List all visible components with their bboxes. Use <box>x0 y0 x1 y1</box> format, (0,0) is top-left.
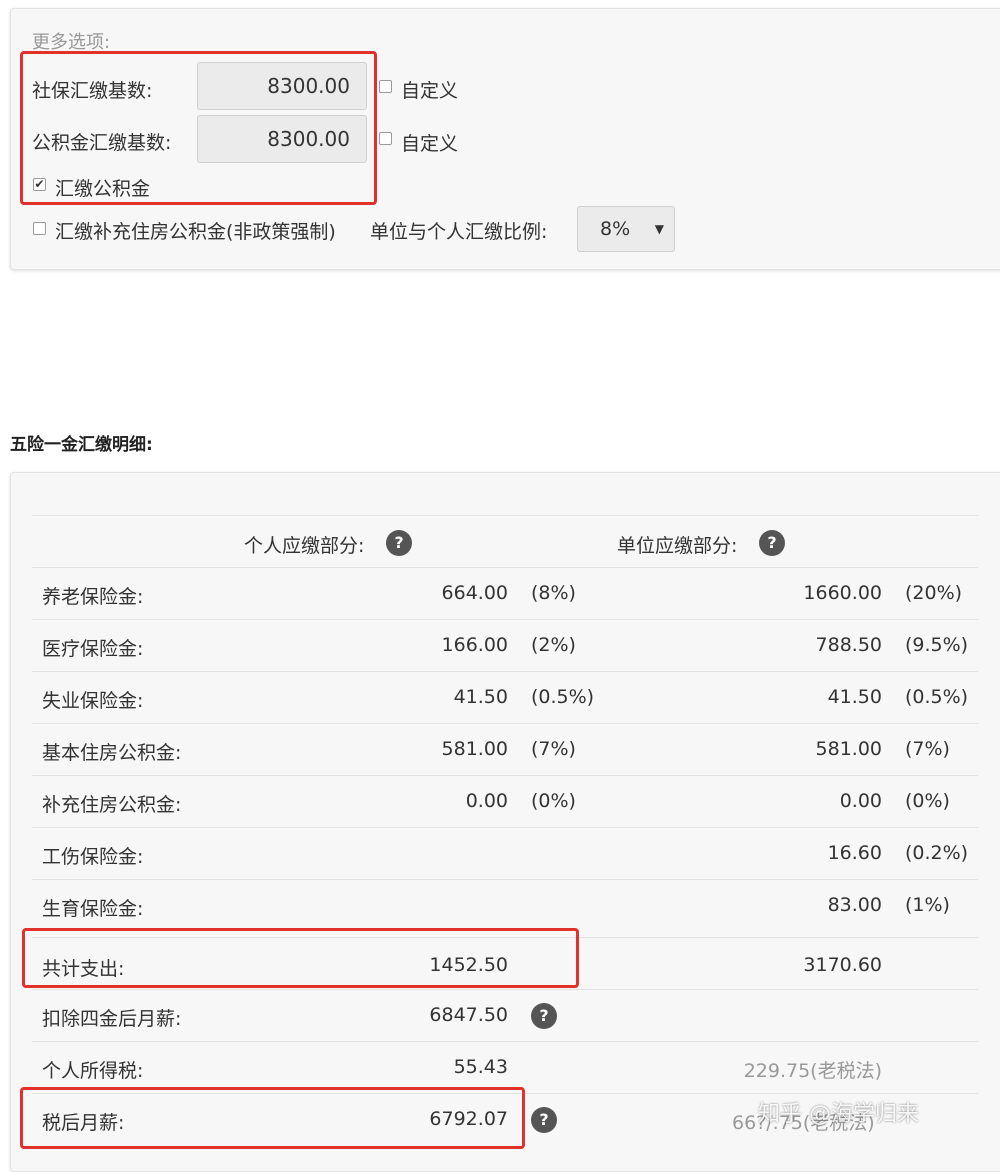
company-percent: (0%) <box>905 790 950 812</box>
company-value: 0.00 <box>839 790 882 812</box>
company-value: 16.60 <box>827 842 882 864</box>
company-value: 1660.00 <box>803 582 882 604</box>
row-label: 失业保险金: <box>42 690 144 712</box>
personal-percent: (8%) <box>531 582 576 604</box>
company-value: 83.00 <box>827 894 882 916</box>
net-salary-help-icon[interactable]: ? <box>531 1107 557 1133</box>
personal-percent: (0.5%) <box>531 686 595 708</box>
row-label: 补充住房公积金: <box>42 794 182 816</box>
row-label: 养老保险金: <box>42 586 144 608</box>
company-value: 41.50 <box>827 686 882 708</box>
details-heading: 五险一金汇缴明细: <box>10 435 153 455</box>
divider <box>32 989 978 990</box>
company-percent: (20%) <box>905 582 963 604</box>
highlight-box-total <box>22 928 579 988</box>
chevron-down-icon: ▼ <box>654 222 664 236</box>
row-label: 生育保险金: <box>42 898 144 920</box>
highlight-box-base <box>20 51 377 205</box>
personal-percent: (2%) <box>531 634 576 656</box>
fund-custom-checkbox[interactable] <box>379 132 392 145</box>
personal-header: 个人应缴部分: <box>244 535 365 557</box>
divider <box>32 827 978 828</box>
divider <box>32 1041 978 1042</box>
ratio-select-value: 8% <box>600 218 631 240</box>
personal-percent: (0%) <box>531 790 576 812</box>
social-custom-checkbox[interactable] <box>379 80 392 93</box>
watermark: 知乎 @海学归来 <box>758 1102 919 1127</box>
ratio-label: 单位与个人汇缴比例: <box>370 221 548 243</box>
row-label: 医疗保险金: <box>42 638 144 660</box>
row-label: 工伤保险金: <box>42 846 144 868</box>
after-deduction-help-icon[interactable]: ? <box>531 1003 557 1029</box>
company-percent: (0.2%) <box>905 842 969 864</box>
highlight-box-net <box>20 1087 525 1149</box>
divider <box>32 723 978 724</box>
personal-value: 166.00 <box>441 634 508 656</box>
company-help-icon[interactable]: ? <box>759 530 785 556</box>
after-deduction-label: 扣除四金后月薪: <box>42 1008 182 1030</box>
personal-percent: (7%) <box>531 738 576 760</box>
divider <box>32 879 978 880</box>
company-percent: (1%) <box>905 894 950 916</box>
social-custom-label: 自定义 <box>401 80 459 102</box>
total-company-value: 3170.60 <box>803 954 882 976</box>
pay-supp-fund-label: 汇缴补充住房公积金(非政策强制) <box>55 221 336 243</box>
company-percent: (0.5%) <box>905 686 969 708</box>
tax-label: 个人所得税: <box>42 1060 144 1082</box>
personal-value: 41.50 <box>453 686 508 708</box>
company-value: 581.00 <box>815 738 882 760</box>
divider <box>32 567 978 568</box>
ratio-select[interactable]: 8% ▼ <box>577 206 675 252</box>
tax-old-law-value: 229.75(老税法) <box>743 1060 882 1082</box>
tax-value: 55.43 <box>453 1056 508 1078</box>
company-percent: (9.5%) <box>905 634 969 656</box>
divider <box>32 671 978 672</box>
fund-custom-label: 自定义 <box>401 133 459 155</box>
personal-value: 581.00 <box>441 738 508 760</box>
row-label: 基本住房公积金: <box>42 742 182 764</box>
divider <box>32 775 978 776</box>
after-deduction-value: 6847.50 <box>429 1004 508 1026</box>
company-header: 单位应缴部分: <box>617 535 738 557</box>
personal-help-icon[interactable]: ? <box>386 530 412 556</box>
personal-value: 664.00 <box>441 582 508 604</box>
company-value: 788.50 <box>815 634 882 656</box>
company-percent: (7%) <box>905 738 950 760</box>
pay-supp-fund-checkbox[interactable] <box>33 222 46 235</box>
divider <box>32 619 978 620</box>
divider <box>32 515 978 516</box>
personal-value: 0.00 <box>465 790 508 812</box>
